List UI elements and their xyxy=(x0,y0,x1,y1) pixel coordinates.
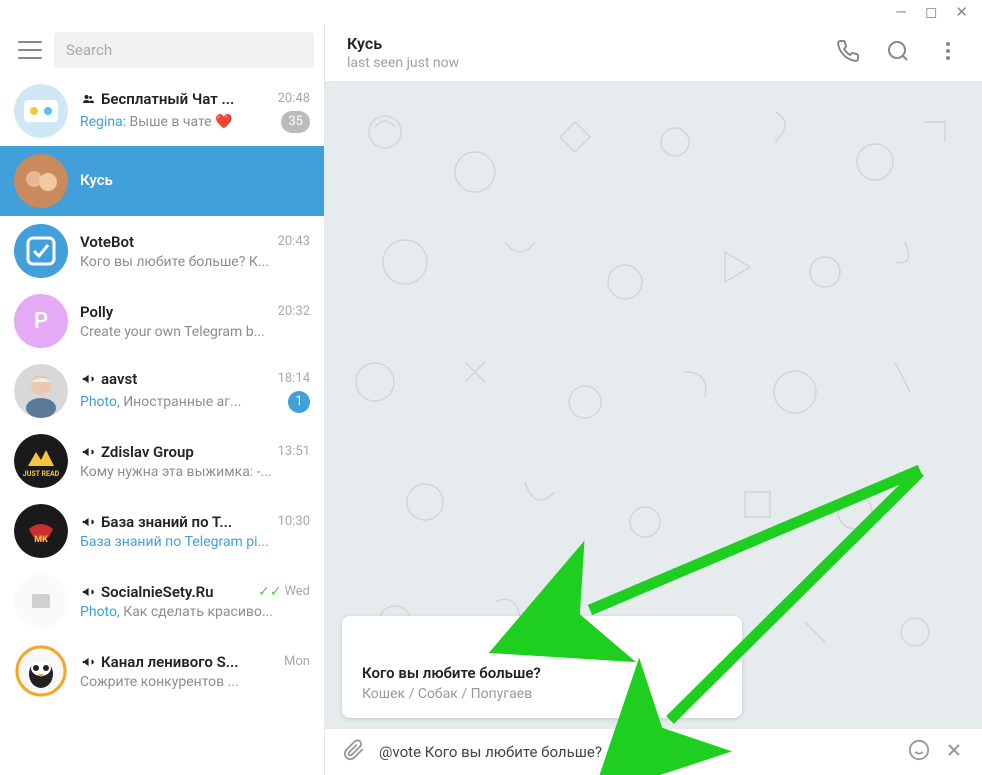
chat-status: last seen just now xyxy=(347,55,836,71)
chat-name: Канал ленивого S... xyxy=(80,653,239,671)
message-composer: @vote Кого вы любите больше? xyxy=(325,728,982,775)
search-input[interactable]: Search xyxy=(54,32,314,68)
chat-list-item[interactable]: P Polly20:32Create your own Telegram b..… xyxy=(0,286,324,356)
chat-preview: База знаний по Telegram pi... xyxy=(80,534,269,550)
unread-badge: 1 xyxy=(288,391,310,413)
chat-list-item[interactable]: JUST READ Zdislav Group 13:51 Кому нужна э… xyxy=(0,426,324,496)
svg-text:MK: MK xyxy=(34,535,48,545)
avatar xyxy=(14,574,68,628)
chat-name: База знаний по Т... xyxy=(80,513,232,531)
unread-badge: 35 xyxy=(281,111,310,133)
popup-question: Кого вы любите больше? xyxy=(362,664,722,682)
sidebar: Search Бесплатный Чат ... 20:48 Regina: Вы… xyxy=(0,24,325,775)
chat-time: 20:48 xyxy=(278,91,310,106)
chat-time: 20:43 xyxy=(278,234,310,249)
chat-preview: Photo, Как сделать красиво... xyxy=(80,604,273,620)
chat-list-item[interactable]: MK База знаний по Т... 10:30 База знаний п… xyxy=(0,496,324,566)
chat-header: Кусь last seen just now xyxy=(325,24,982,82)
main-panel: Кусь last seen just now xyxy=(325,24,982,775)
chat-list-item[interactable]: Канал ленивого S... Mon Сожрите конкуренто… xyxy=(0,636,324,706)
chat-list-item[interactable]: Бесплатный Чат ... 20:48 Regina: Выше в ча… xyxy=(0,76,324,146)
avatar xyxy=(14,154,68,208)
minimize-icon[interactable]: — xyxy=(895,3,907,21)
chat-preview: Кого вы любите больше? К... xyxy=(80,254,269,270)
cancel-icon[interactable] xyxy=(944,740,964,764)
chat-preview: Create your own Telegram b... xyxy=(80,324,265,340)
chat-preview: Кому нужна эта выжимка: -... xyxy=(80,464,272,480)
chat-time: 10:30 xyxy=(278,514,310,529)
svg-text:JUST READ: JUST READ xyxy=(23,470,60,478)
chat-name: SocialnieSety.Ru xyxy=(80,583,214,601)
close-icon[interactable]: ✕ xyxy=(955,3,968,21)
chat-body: Create ne Кого вы любите больше? Кошек /… xyxy=(325,82,982,728)
avatar xyxy=(14,364,68,418)
chat-time: 18:14 xyxy=(278,371,310,386)
chat-title: Кусь xyxy=(347,34,836,53)
chat-background xyxy=(325,82,982,699)
inline-popup[interactable]: Create ne Кого вы любите больше? Кошек /… xyxy=(342,616,742,718)
emoji-icon[interactable] xyxy=(908,739,930,765)
chat-preview: Regina: Выше в чате ❤️ xyxy=(80,114,232,130)
chat-time: 13:51 xyxy=(278,444,310,459)
chat-list-item[interactable]: VoteBot 20:43 Кого вы любите больше? К... xyxy=(0,216,324,286)
chat-time: 20:32 xyxy=(278,304,310,319)
maximize-icon[interactable]: ◻ xyxy=(925,3,937,21)
avatar xyxy=(14,84,68,138)
popup-options: Кошек / Собак / Попугаев xyxy=(362,686,722,702)
menu-button[interactable] xyxy=(18,41,42,59)
avatar xyxy=(14,224,68,278)
call-icon[interactable] xyxy=(836,39,860,67)
chat-preview: Сожрите конкурентов ... xyxy=(80,674,239,690)
chat-name: Кусь xyxy=(80,171,113,189)
avatar: MK xyxy=(14,504,68,558)
avatar: JUST READ xyxy=(14,434,68,488)
chat-header-info[interactable]: Кусь last seen just now xyxy=(347,34,836,71)
chat-name: aavst xyxy=(80,370,137,388)
window-titlebar: — ◻ ✕ xyxy=(0,0,982,24)
attach-icon[interactable] xyxy=(343,739,365,765)
more-icon[interactable] xyxy=(936,39,960,67)
popup-action-title: Create ne xyxy=(362,632,722,650)
chat-name: Polly xyxy=(80,303,113,321)
chat-name: Бесплатный Чат ... xyxy=(80,90,234,108)
chat-list-item[interactable]: Кусь xyxy=(0,146,324,216)
chat-time: ✓✓ Wed xyxy=(258,584,310,600)
chat-name: VoteBot xyxy=(80,233,134,251)
chat-time: Mon xyxy=(284,654,310,669)
composer-input[interactable]: @vote Кого вы любите больше? xyxy=(379,743,894,761)
chat-list-item[interactable]: SocialnieSety.Ru ✓✓ Wed Photo, Как сделать… xyxy=(0,566,324,636)
search-chat-icon[interactable] xyxy=(886,39,910,67)
chat-name: Zdislav Group xyxy=(80,443,194,461)
chat-preview: Photo, Иностранные аг... xyxy=(80,394,241,410)
avatar xyxy=(14,644,68,698)
chat-list-item[interactable]: aavst 18:14 Photo, Иностранные аг... 1 xyxy=(0,356,324,426)
chat-list: Бесплатный Чат ... 20:48 Regina: Выше в ча… xyxy=(0,76,324,775)
